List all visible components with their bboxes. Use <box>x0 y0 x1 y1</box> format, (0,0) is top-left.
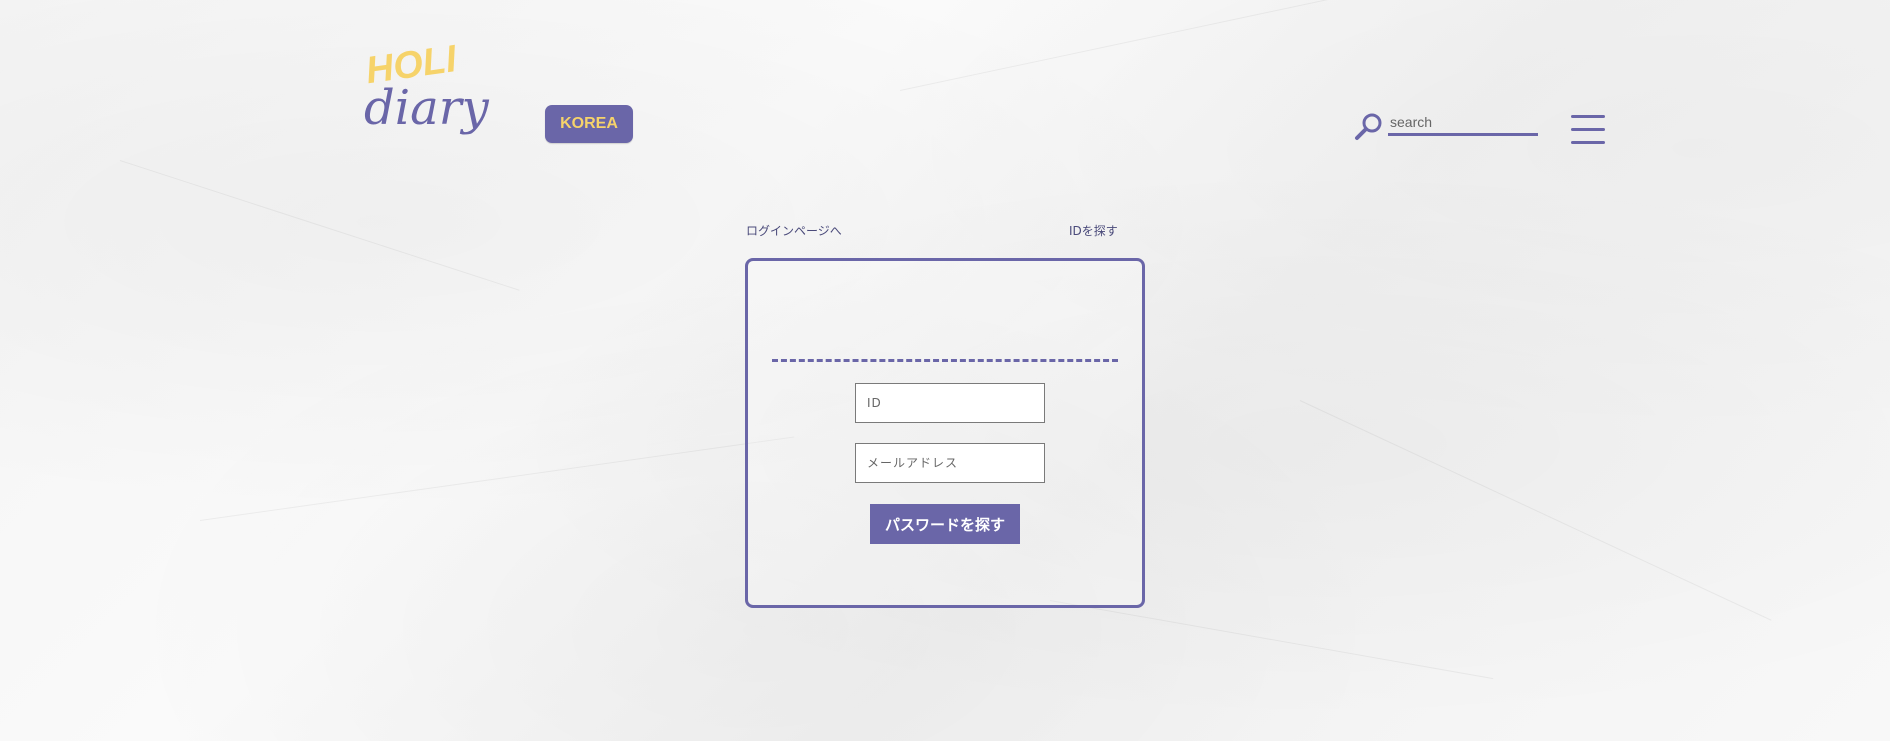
region-button[interactable]: KOREA <box>545 105 633 143</box>
svg-text:diary: diary <box>364 80 490 136</box>
site-logo[interactable]: HOLI diary <box>360 36 530 146</box>
search-icon[interactable] <box>1354 111 1384 141</box>
background-texture <box>1299 400 1772 621</box>
background-texture <box>899 0 1390 91</box>
background-texture <box>119 160 520 291</box>
hamburger-menu-icon[interactable] <box>1571 115 1605 144</box>
email-input[interactable] <box>855 443 1045 483</box>
find-password-button[interactable]: パスワードを探す <box>870 504 1020 544</box>
search-input[interactable] <box>1388 110 1538 136</box>
login-page-link[interactable]: ログインページへ <box>746 222 842 239</box>
background-texture <box>199 436 795 521</box>
holi-diary-logo: HOLI diary <box>363 38 490 136</box>
background-texture <box>1049 600 1494 680</box>
find-password-card: パスワードを探す <box>745 258 1145 608</box>
id-input[interactable] <box>855 383 1045 423</box>
dashed-divider <box>772 359 1118 362</box>
find-id-link[interactable]: IDを探す <box>1069 222 1118 239</box>
